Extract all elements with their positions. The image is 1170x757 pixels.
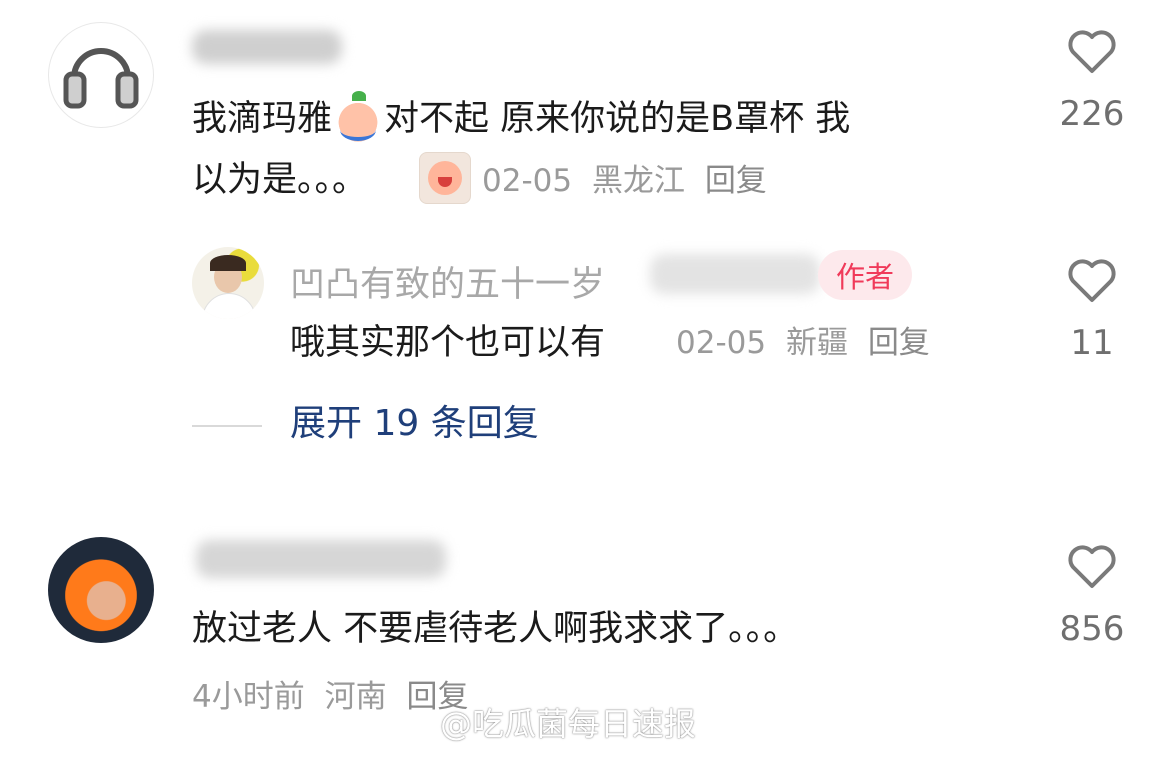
reply-button[interactable]: 回复 [705,163,767,199]
like-heart-icon[interactable] [1066,256,1118,304]
comment-meta: 02-05 黑龙江 回复 [482,163,767,199]
sticker-icon [419,152,471,204]
comment-text: 我滴玛雅 对不起 原来你说的是B罩杯 我 [192,91,850,143]
username-blurred [650,254,820,294]
comment-meta: 4小时前 河南 回复 [192,679,469,715]
comment-text: 放过老人 不要虐待老人啊我求求了。。。 [192,609,799,649]
expand-replies-button[interactable]: 展开 19 条回复 [290,406,539,442]
like-count: 856 [1059,609,1125,649]
avatar[interactable] [192,247,264,319]
headphones-icon [63,48,139,109]
comment-text-line2: 以为是。。。 [192,160,368,200]
username-blurred[interactable] [192,30,342,64]
like-heart-icon[interactable] [1066,27,1118,75]
reply-button[interactable]: 回复 [868,325,930,361]
divider [192,425,262,427]
watermark: @吃瓜菌每日速报 [440,705,697,743]
reply-username[interactable]: 凹凸有致的五十一岁 [290,256,605,307]
like-count: 11 [1070,323,1114,363]
avatar[interactable] [48,22,154,128]
reply-text: 哦其实那个也可以有 [290,323,606,363]
author-badge: 作者 [818,250,912,300]
crying-emoji-icon [334,91,383,143]
like-heart-icon[interactable] [1066,542,1118,590]
username-blurred[interactable] [196,540,446,578]
avatar[interactable] [48,537,154,643]
reply-meta: 02-05 新疆 回复 [676,325,930,361]
like-count: 226 [1059,94,1125,134]
